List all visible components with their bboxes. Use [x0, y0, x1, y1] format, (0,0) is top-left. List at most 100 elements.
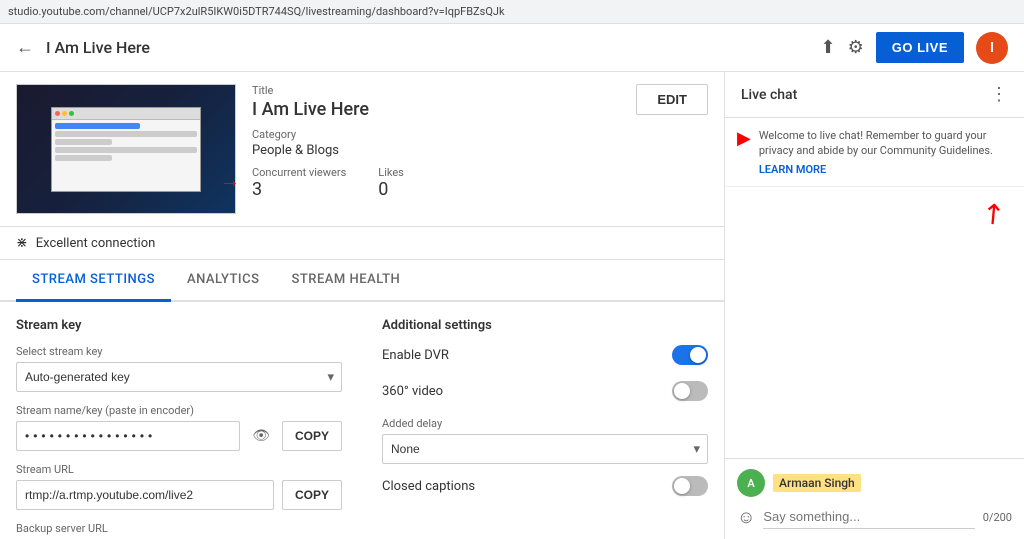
video360-toggle[interactable]: [672, 381, 708, 401]
top-bar-right: ⬆ ⚙ GO LIVE I: [821, 32, 1008, 64]
stream-meta: Title I Am Live Here Category People & B…: [252, 84, 369, 166]
content-area: PREVIEW: [0, 72, 724, 539]
stream-url-input[interactable]: [16, 480, 274, 510]
youtube-icon: ▶: [737, 128, 751, 176]
captions-label: Closed captions: [382, 479, 475, 494]
video360-label: 360° video: [382, 384, 443, 399]
chat-area: ↗: [725, 187, 1024, 458]
right-col: Additional settings Enable DVR 360° vide…: [382, 318, 708, 539]
preview-info-row: PREVIEW: [0, 72, 724, 227]
concurrent-label: Concurrent viewers: [252, 166, 346, 179]
stream-key-row: 👁 COPY: [16, 421, 342, 451]
stream-key-select-wrapper: Auto-generated key ▾: [16, 362, 342, 392]
chat-input-row: ☺ 0/200: [737, 505, 1012, 529]
additional-settings-title: Additional settings: [382, 318, 708, 333]
chat-notice-content: Welcome to live chat! Remember to guard …: [759, 128, 1012, 176]
concurrent-value: 3: [252, 179, 346, 200]
dvr-label: Enable DVR: [382, 348, 449, 363]
chat-footer: A Armaan Singh ☺ 0/200: [725, 458, 1024, 539]
main-layout: PREVIEW: [0, 72, 1024, 539]
captions-toggle-knob: [674, 478, 690, 494]
title-label: Title: [252, 84, 369, 97]
chat-more-icon[interactable]: ⋮: [990, 84, 1008, 105]
stream-key-label: Stream name/key (paste in encoder): [16, 404, 342, 417]
tabs-bar: STREAM SETTINGS ANALYTICS STREAM HEALTH: [0, 260, 724, 302]
info-top-row: Title I Am Live Here Category People & B…: [252, 84, 708, 166]
added-delay-section: Added delay None ▾: [382, 417, 708, 464]
likes-stat: Likes 0: [378, 166, 404, 200]
chat-notice: ▶ Welcome to live chat! Remember to guar…: [725, 118, 1024, 187]
delay-select[interactable]: None: [382, 434, 708, 464]
dvr-setting-row: Enable DVR: [382, 345, 708, 365]
category-label: Category: [252, 128, 369, 141]
emoji-icon[interactable]: ☺: [737, 507, 755, 528]
dvr-toggle[interactable]: [672, 345, 708, 365]
learn-more-link[interactable]: LEARN MORE: [759, 163, 1012, 176]
url-text: studio.youtube.com/channel/UCP7x2ulR5IKW…: [8, 5, 505, 18]
preview-bar-1: [55, 131, 197, 137]
left-col: Stream key Select stream key Auto-genera…: [16, 318, 342, 539]
avatar[interactable]: I: [976, 32, 1008, 64]
select-stream-key-label: Select stream key: [16, 345, 342, 358]
edit-button[interactable]: EDIT: [636, 84, 708, 115]
chat-user-row: A Armaan Singh: [737, 469, 1012, 497]
preview-bar-short: [55, 139, 112, 145]
captions-toggle[interactable]: [672, 476, 708, 496]
stream-key-section-title: Stream key: [16, 318, 342, 333]
tab-stream-settings[interactable]: STREAM SETTINGS: [16, 260, 171, 302]
connection-label: Excellent connection: [36, 236, 156, 251]
stream-info: Title I Am Live Here Category People & B…: [252, 84, 708, 214]
wifi-icon: ⋇: [16, 235, 28, 251]
share-icon[interactable]: ⬆: [821, 37, 836, 58]
likes-label: Likes: [378, 166, 404, 179]
stream-url-row: COPY: [16, 480, 342, 510]
preview-box: PREVIEW: [16, 84, 236, 214]
back-icon[interactable]: ←: [16, 37, 34, 58]
preview-inner: ←: [17, 85, 235, 213]
stream-category: People & Blogs: [252, 143, 369, 158]
chat-notice-text: Welcome to live chat! Remember to guard …: [759, 129, 993, 157]
stream-key-select[interactable]: Auto-generated key: [16, 362, 342, 392]
preview-bar-3: [55, 155, 112, 161]
url-bar: studio.youtube.com/channel/UCP7x2ulR5IKW…: [0, 0, 1024, 24]
dot-green: [69, 111, 74, 116]
likes-value: 0: [378, 179, 404, 200]
copy-key-button[interactable]: COPY: [282, 421, 342, 451]
stats-row: Concurrent viewers 3 Likes 0: [252, 166, 708, 200]
concurrent-viewers: Concurrent viewers 3: [252, 166, 346, 200]
eye-icon[interactable]: 👁: [248, 428, 274, 444]
stream-key-input[interactable]: [16, 421, 240, 451]
chat-title: Live chat: [741, 87, 797, 103]
char-count: 0/200: [983, 511, 1012, 524]
stream-url-label: Stream URL: [16, 463, 342, 476]
dot-red: [55, 111, 60, 116]
red-arrow-preview: ←: [220, 168, 240, 193]
stream-settings-panel: Stream key Select stream key Auto-genera…: [0, 302, 724, 539]
stream-title: I Am Live Here: [252, 99, 369, 120]
dot-yellow: [62, 111, 67, 116]
go-live-button[interactable]: GO LIVE: [876, 32, 964, 63]
top-bar-left: ← I Am Live Here: [16, 37, 821, 58]
settings-icon[interactable]: ⚙: [848, 37, 864, 58]
added-delay-label: Added delay: [382, 417, 708, 430]
chat-user-name: Armaan Singh: [773, 474, 861, 492]
preview-bar-blue: [55, 123, 140, 129]
preview-screen-body: [52, 120, 200, 191]
dvr-toggle-knob: [690, 347, 706, 363]
chat-input[interactable]: [763, 505, 974, 529]
tab-analytics[interactable]: ANALYTICS: [171, 260, 276, 302]
red-arrow-chat: ↗: [973, 193, 1012, 233]
preview-screen-header: [52, 108, 200, 120]
360-setting-row: 360° video: [382, 381, 708, 401]
backup-url-label: Backup server URL: [16, 522, 342, 535]
tab-stream-health[interactable]: STREAM HEALTH: [275, 260, 416, 302]
right-panel: Live chat ⋮ ▶ Welcome to live chat! Reme…: [724, 72, 1024, 539]
video360-toggle-knob: [674, 383, 690, 399]
chat-user-avatar: A: [737, 469, 765, 497]
preview-bar-2: [55, 147, 197, 153]
captions-setting-row: Closed captions: [382, 476, 708, 496]
preview-screen: [51, 107, 201, 192]
copy-url-button[interactable]: COPY: [282, 480, 342, 510]
top-bar: ← I Am Live Here ⬆ ⚙ GO LIVE I: [0, 24, 1024, 72]
connection-bar: ⋇ Excellent connection: [0, 227, 724, 260]
